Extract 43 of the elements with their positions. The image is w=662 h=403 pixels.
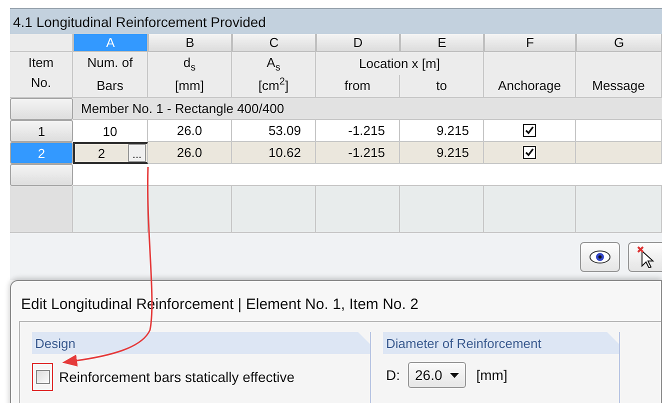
column-letter[interactable]: E [400, 34, 484, 52]
column-letter[interactable]: G [576, 34, 662, 52]
group-row: Member No. 1 - Rectangle 400/400 [73, 98, 662, 120]
table-cell: -1.215 [316, 142, 400, 164]
header-cell: Num. of Bars [73, 52, 148, 98]
row-header[interactable]: 1 [10, 120, 73, 142]
group-title: Diameter of Reinforcement [383, 332, 619, 354]
header-cell: Location x [m] [316, 52, 484, 75]
column-letter[interactable]: F [484, 34, 576, 52]
header-cell: d$_{s}$ [mm] [148, 52, 232, 98]
diameter-dropdown[interactable]: 26.0 [408, 362, 466, 388]
table-cell: -1.215 [316, 120, 400, 142]
table-cell: 9.215 [400, 120, 484, 142]
unit-label: [mm] [476, 367, 508, 383]
table-cell[interactable]: 2 ... [73, 142, 148, 164]
column-letter[interactable]: B [148, 34, 232, 52]
table-cell: 26.0 [148, 120, 232, 142]
field-label: D: [386, 367, 400, 383]
eye-button[interactable] [580, 242, 620, 272]
table-cell: 9.215 [400, 142, 484, 164]
pointer-button[interactable] [628, 242, 662, 272]
checkbox[interactable] [523, 124, 536, 137]
header-cell: to [400, 75, 484, 98]
header-cell: Anchorage [484, 52, 576, 98]
checkbox[interactable] [36, 370, 50, 384]
eye-icon [589, 250, 611, 264]
header-cell: Message [576, 52, 662, 98]
header-cell [10, 34, 73, 52]
table-cell: 53.09 [232, 120, 316, 142]
panel-title: 4.1 Longitudinal Reinforcement Provided [10, 9, 662, 34]
ellipsis-button[interactable]: ... [128, 144, 146, 162]
cursor-icon [636, 246, 654, 268]
header-cell: Item No. [10, 52, 73, 98]
checkbox-label: Reinforcement bars statically effective [59, 369, 295, 385]
column-letter[interactable]: D [316, 34, 400, 52]
group-title: Design [32, 332, 370, 354]
table-cell: 26.0 [148, 142, 232, 164]
table-cell: 10.62 [232, 142, 316, 164]
header-cell: A$_{s}$ [cm$^{2}$] [232, 52, 316, 98]
column-letter[interactable]: C [232, 34, 316, 52]
checkbox[interactable] [523, 146, 536, 159]
caret-icon [450, 372, 460, 378]
header-cell: from [316, 75, 400, 98]
